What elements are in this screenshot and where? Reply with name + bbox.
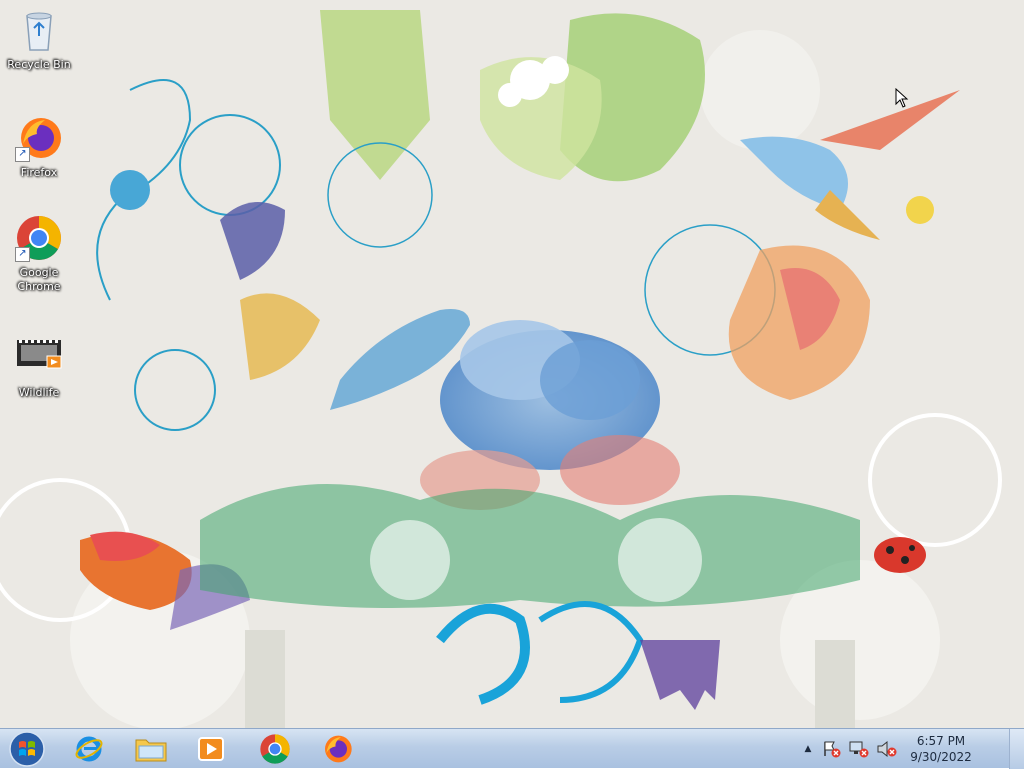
mouse-cursor-icon — [895, 88, 909, 108]
recycle-bin-icon — [15, 6, 63, 54]
chrome-icon — [260, 734, 290, 764]
folder-icon — [135, 739, 167, 762]
clock-time: 6:57 PM — [916, 734, 966, 748]
show-hidden-icons-arrow[interactable]: ▲ — [800, 744, 816, 754]
taskbar-media-player[interactable] — [184, 731, 238, 767]
taskbar-clock[interactable]: 6:57 PM 9/30/2022 — [906, 733, 976, 765]
volume-muted-icon[interactable] — [876, 740, 898, 758]
show-desktop-button[interactable] — [1009, 729, 1024, 769]
taskbar: ▲ 6:57 PM 9/30/2022 — [0, 728, 1024, 769]
desktop-icon-label: Google Chrome — [17, 266, 61, 293]
taskbar-chrome[interactable] — [248, 731, 302, 767]
taskbar-firefox[interactable] — [310, 731, 364, 767]
shortcut-arrow-icon: ↗ — [15, 147, 30, 162]
windows-logo-icon — [9, 731, 45, 767]
desktop-icon-wildlife[interactable]: Wildlife — [4, 334, 74, 400]
internet-explorer-icon — [75, 736, 103, 762]
taskbar-file-explorer[interactable] — [124, 731, 178, 767]
desktop[interactable]: Recycle Bin ↗ Firefox ↗ Google Chrome Wi… — [0, 0, 1024, 728]
action-center-icon[interactable] — [822, 740, 842, 758]
system-tray: ▲ — [800, 729, 898, 769]
media-player-icon — [198, 737, 224, 761]
desktop-icon-google-chrome[interactable]: ↗ Google Chrome — [4, 214, 74, 294]
desktop-icon-recycle-bin[interactable]: Recycle Bin — [4, 6, 74, 72]
chrome-icon: ↗ — [15, 214, 63, 262]
desktop-icon-label: Firefox — [20, 166, 58, 179]
shortcut-arrow-icon: ↗ — [15, 247, 30, 262]
desktop-icon-label: Recycle Bin — [7, 58, 71, 71]
taskbar-internet-explorer[interactable] — [62, 731, 116, 767]
desktop-icon-label: Wildlife — [18, 386, 60, 399]
video-file-icon — [15, 334, 63, 382]
network-icon[interactable] — [848, 740, 870, 758]
firefox-icon — [325, 735, 352, 763]
desktop-icon-firefox[interactable]: ↗ Firefox — [4, 114, 74, 180]
clock-date: 9/30/2022 — [910, 750, 972, 764]
firefox-icon: ↗ — [15, 114, 63, 162]
start-button[interactable] — [4, 729, 50, 769]
wallpaper — [0, 10, 1002, 728]
